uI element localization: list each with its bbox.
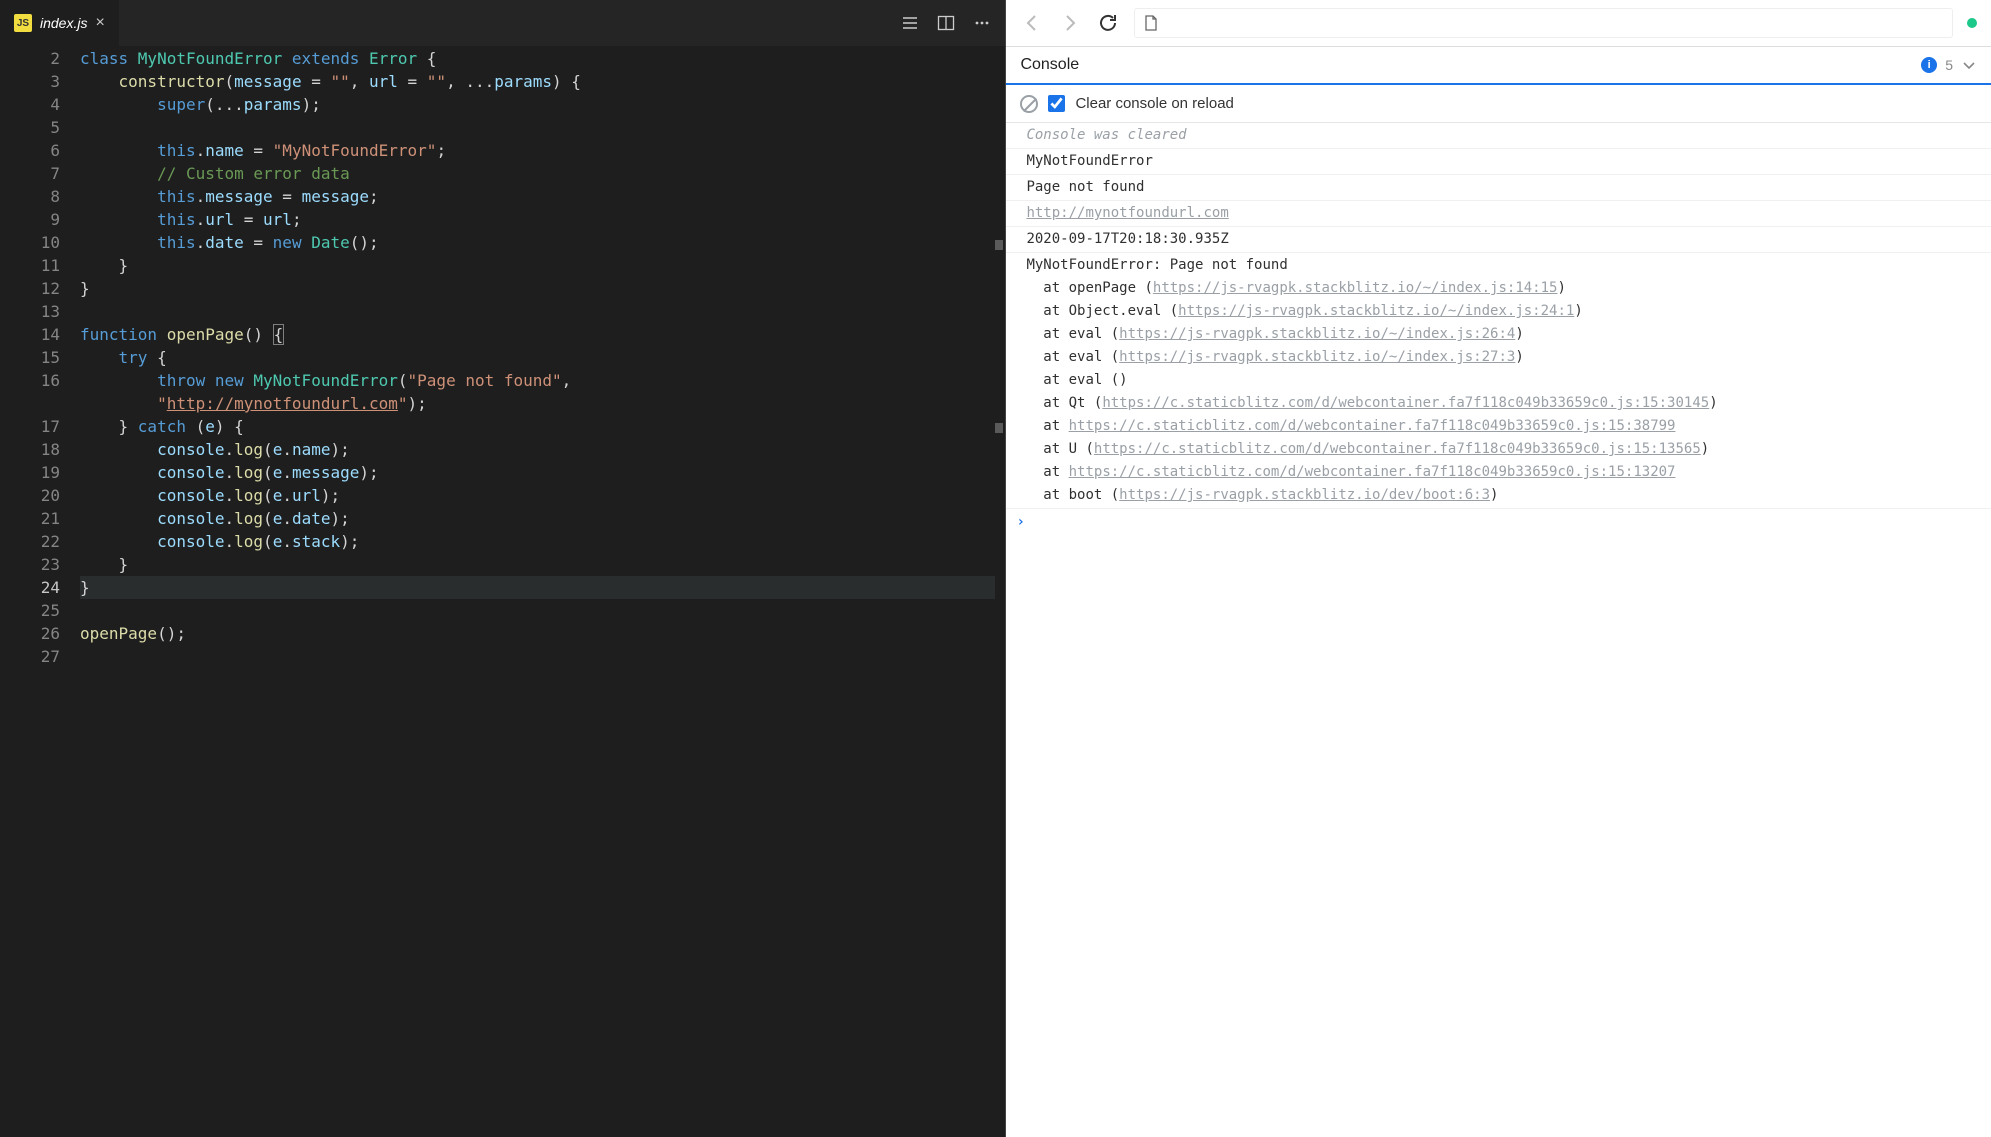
line-number-gutter: 2345678910111213141516 17181920212223242… [0,47,80,1137]
console-title: Console [1020,56,1079,74]
tabs-bar: JS index.js × [0,0,1005,47]
console-output[interactable]: Console was clearedMyNotFoundErrorPage n… [1006,123,1991,1137]
stack-link[interactable]: https://c.staticblitz.com/d/webcontainer… [1094,441,1701,457]
clear-on-reload-label[interactable]: Clear console on reload [1075,95,1233,112]
clear-console-icon[interactable] [1020,95,1038,113]
stack-link[interactable]: https://js-rvagpk.stackblitz.io/~/index.… [1119,349,1515,365]
console-log-row: MyNotFoundError [1006,149,1991,175]
stack-link[interactable]: https://js-rvagpk.stackblitz.io/~/index.… [1153,280,1558,296]
close-icon[interactable]: × [95,15,104,31]
preview-pane: Console i 5 Clear console on reload Cons… [1005,0,1991,1137]
stack-link[interactable]: https://js-rvagpk.stackblitz.io/dev/boot… [1119,487,1490,503]
back-icon [1020,11,1044,35]
page-icon [1143,15,1159,31]
tab-index-js[interactable]: JS index.js × [0,0,119,46]
browser-toolbar [1006,0,1991,47]
status-indicator [1967,18,1977,28]
tab-title: index.js [40,15,87,31]
stack-link[interactable]: https://js-rvagpk.stackblitz.io/~/index.… [1119,326,1515,342]
minimap-mark [995,240,1003,250]
code-editor[interactable]: 2345678910111213141516 17181920212223242… [0,47,1005,1137]
console-meta-row: Console was cleared [1006,123,1991,149]
console-log-row: http://mynotfoundurl.com [1006,201,1991,227]
url-bar[interactable] [1134,8,1953,38]
js-file-icon: JS [14,14,32,32]
console-prompt[interactable]: › [1006,509,1991,536]
info-icon: i [1921,57,1937,73]
stack-link[interactable]: https://c.staticblitz.com/d/webcontainer… [1102,395,1709,411]
editor-pane: JS index.js × 2345678910111213141516 171… [0,0,1005,1137]
console-link[interactable]: http://mynotfoundurl.com [1026,205,1228,221]
tabbar-actions [901,14,1005,32]
clear-on-reload-checkbox[interactable] [1048,95,1065,112]
split-editor-icon[interactable] [937,14,955,32]
stack-link[interactable]: https://c.staticblitz.com/d/webcontainer… [1069,464,1676,480]
stack-link[interactable]: https://js-rvagpk.stackblitz.io/~/index.… [1178,303,1574,319]
menu-icon[interactable] [901,14,919,32]
console-log-row: 2020-09-17T20:18:30.935Z [1006,227,1991,253]
console-info-count: 5 [1945,57,1953,73]
code-content[interactable]: class MyNotFoundError extends Error { co… [80,47,1005,1137]
console-stack-row: MyNotFoundError: Page not found at openP… [1006,253,1991,509]
forward-icon [1058,11,1082,35]
reload-icon[interactable] [1096,11,1120,35]
minimap-mark [995,423,1003,433]
console-header: Console i 5 [1006,47,1991,85]
console-controls: Clear console on reload [1006,85,1991,123]
console-log-row: Page not found [1006,175,1991,201]
more-icon[interactable] [973,14,991,32]
stack-link[interactable]: https://c.staticblitz.com/d/webcontainer… [1069,418,1676,434]
chevron-down-icon[interactable] [1961,57,1977,73]
